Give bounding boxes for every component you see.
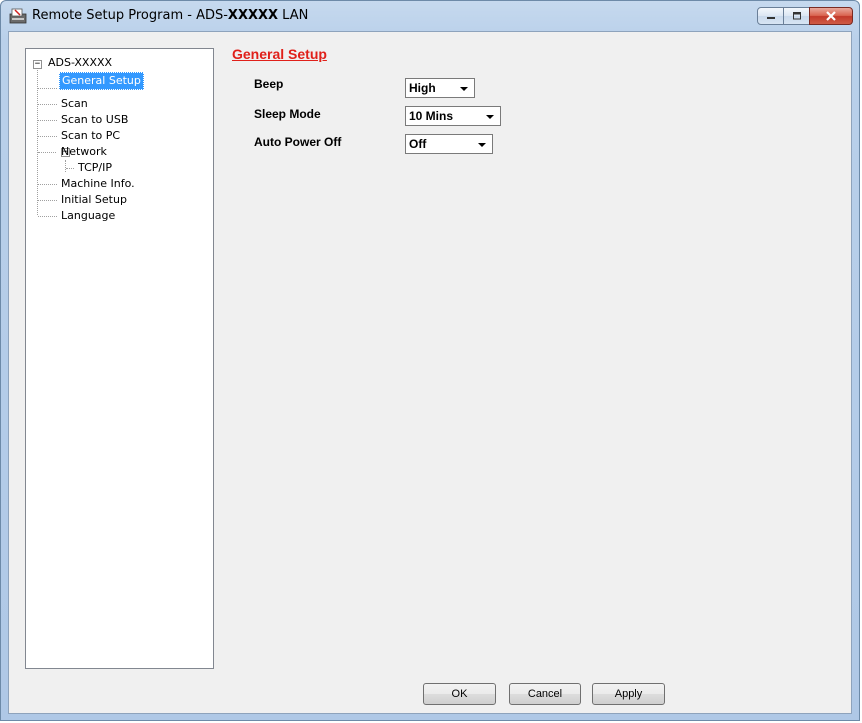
maximize-icon: [792, 12, 801, 20]
tree-item-label: TCP/IP: [78, 161, 112, 174]
tree-connector: [66, 168, 74, 169]
tree-item-label: Scan to USB: [61, 113, 129, 126]
tree-item-label: Network: [61, 145, 107, 158]
client-area: − − ADS-XXXXX General Setup Scan Scan to…: [8, 31, 852, 714]
tree-connector: [38, 152, 56, 153]
tree-item-label: Scan to PC: [61, 129, 121, 142]
title-bar[interactable]: Remote Setup Program - ADS-XXXXX LAN: [1, 1, 859, 31]
ok-button[interactable]: OK: [423, 683, 496, 705]
tree-item-machine-info[interactable]: Machine Info.: [59, 176, 137, 192]
remote-setup-app-icon: [9, 8, 27, 24]
close-icon: [826, 11, 836, 21]
minimize-icon: [766, 17, 775, 19]
auto-power-off-label: Auto Power Off: [254, 135, 342, 149]
remote-setup-window: Remote Setup Program - ADS-XXXXX LAN − −…: [0, 0, 860, 721]
dropdown-arrow-icon: [460, 87, 468, 91]
tree-item-label: General Setup: [59, 72, 144, 90]
auto-power-off-select-value: Off: [409, 137, 427, 151]
maximize-button[interactable]: [783, 7, 810, 25]
settings-tree[interactable]: − − ADS-XXXXX General Setup Scan Scan to…: [25, 48, 214, 669]
tree-item-scan-to-pc[interactable]: Scan to PC: [59, 128, 122, 144]
close-button[interactable]: [809, 7, 853, 25]
tree-connector: [38, 136, 57, 137]
tree-connector: [38, 184, 57, 185]
tree-item-scan-to-usb[interactable]: Scan to USB: [59, 112, 130, 128]
tree-item-scan[interactable]: Scan: [59, 96, 90, 112]
tree-item-label: Scan: [61, 97, 88, 110]
beep-select[interactable]: High: [405, 78, 475, 98]
sleep-mode-label: Sleep Mode: [254, 107, 321, 121]
tree-item-network[interactable]: Network: [59, 144, 109, 160]
dropdown-arrow-icon: [478, 143, 486, 147]
tree-connector: [38, 216, 57, 217]
sleep-mode-select-value: 10 Mins: [409, 109, 454, 123]
tree-collapse-root-icon[interactable]: −: [33, 60, 42, 69]
tree-connector: [38, 120, 57, 121]
cancel-button[interactable]: Cancel: [509, 683, 581, 705]
tree-item-language[interactable]: Language: [59, 208, 117, 224]
tree-item-label: Machine Info.: [61, 177, 135, 190]
tree-connector: [38, 88, 57, 89]
tree-item-initial-setup[interactable]: Initial Setup: [59, 192, 129, 208]
apply-button[interactable]: Apply: [592, 683, 665, 705]
window-title: Remote Setup Program - ADS-XXXXX LAN: [32, 8, 309, 23]
tree-item-label: Initial Setup: [61, 193, 127, 206]
tree-item-root[interactable]: ADS-XXXXX: [46, 55, 114, 71]
tree-item-tcp-ip[interactable]: TCP/IP: [76, 160, 114, 176]
tree-item-label: ADS-XXXXX: [48, 56, 113, 69]
beep-select-value: High: [409, 81, 436, 95]
tree-connector-root: [37, 63, 38, 215]
sleep-mode-select[interactable]: 10 Mins: [405, 106, 501, 126]
minimize-button[interactable]: [757, 7, 784, 25]
tree-connector: [38, 104, 57, 105]
beep-label: Beep: [254, 77, 284, 91]
tree-item-general-setup[interactable]: General Setup: [59, 72, 144, 90]
dropdown-arrow-icon: [486, 115, 494, 119]
section-title: General Setup: [232, 46, 327, 62]
tree-connector: [38, 200, 57, 201]
tree-item-label: Language: [61, 209, 116, 222]
caption-buttons: [757, 7, 853, 25]
auto-power-off-select[interactable]: Off: [405, 134, 493, 154]
tree-connector-network: [65, 160, 66, 172]
